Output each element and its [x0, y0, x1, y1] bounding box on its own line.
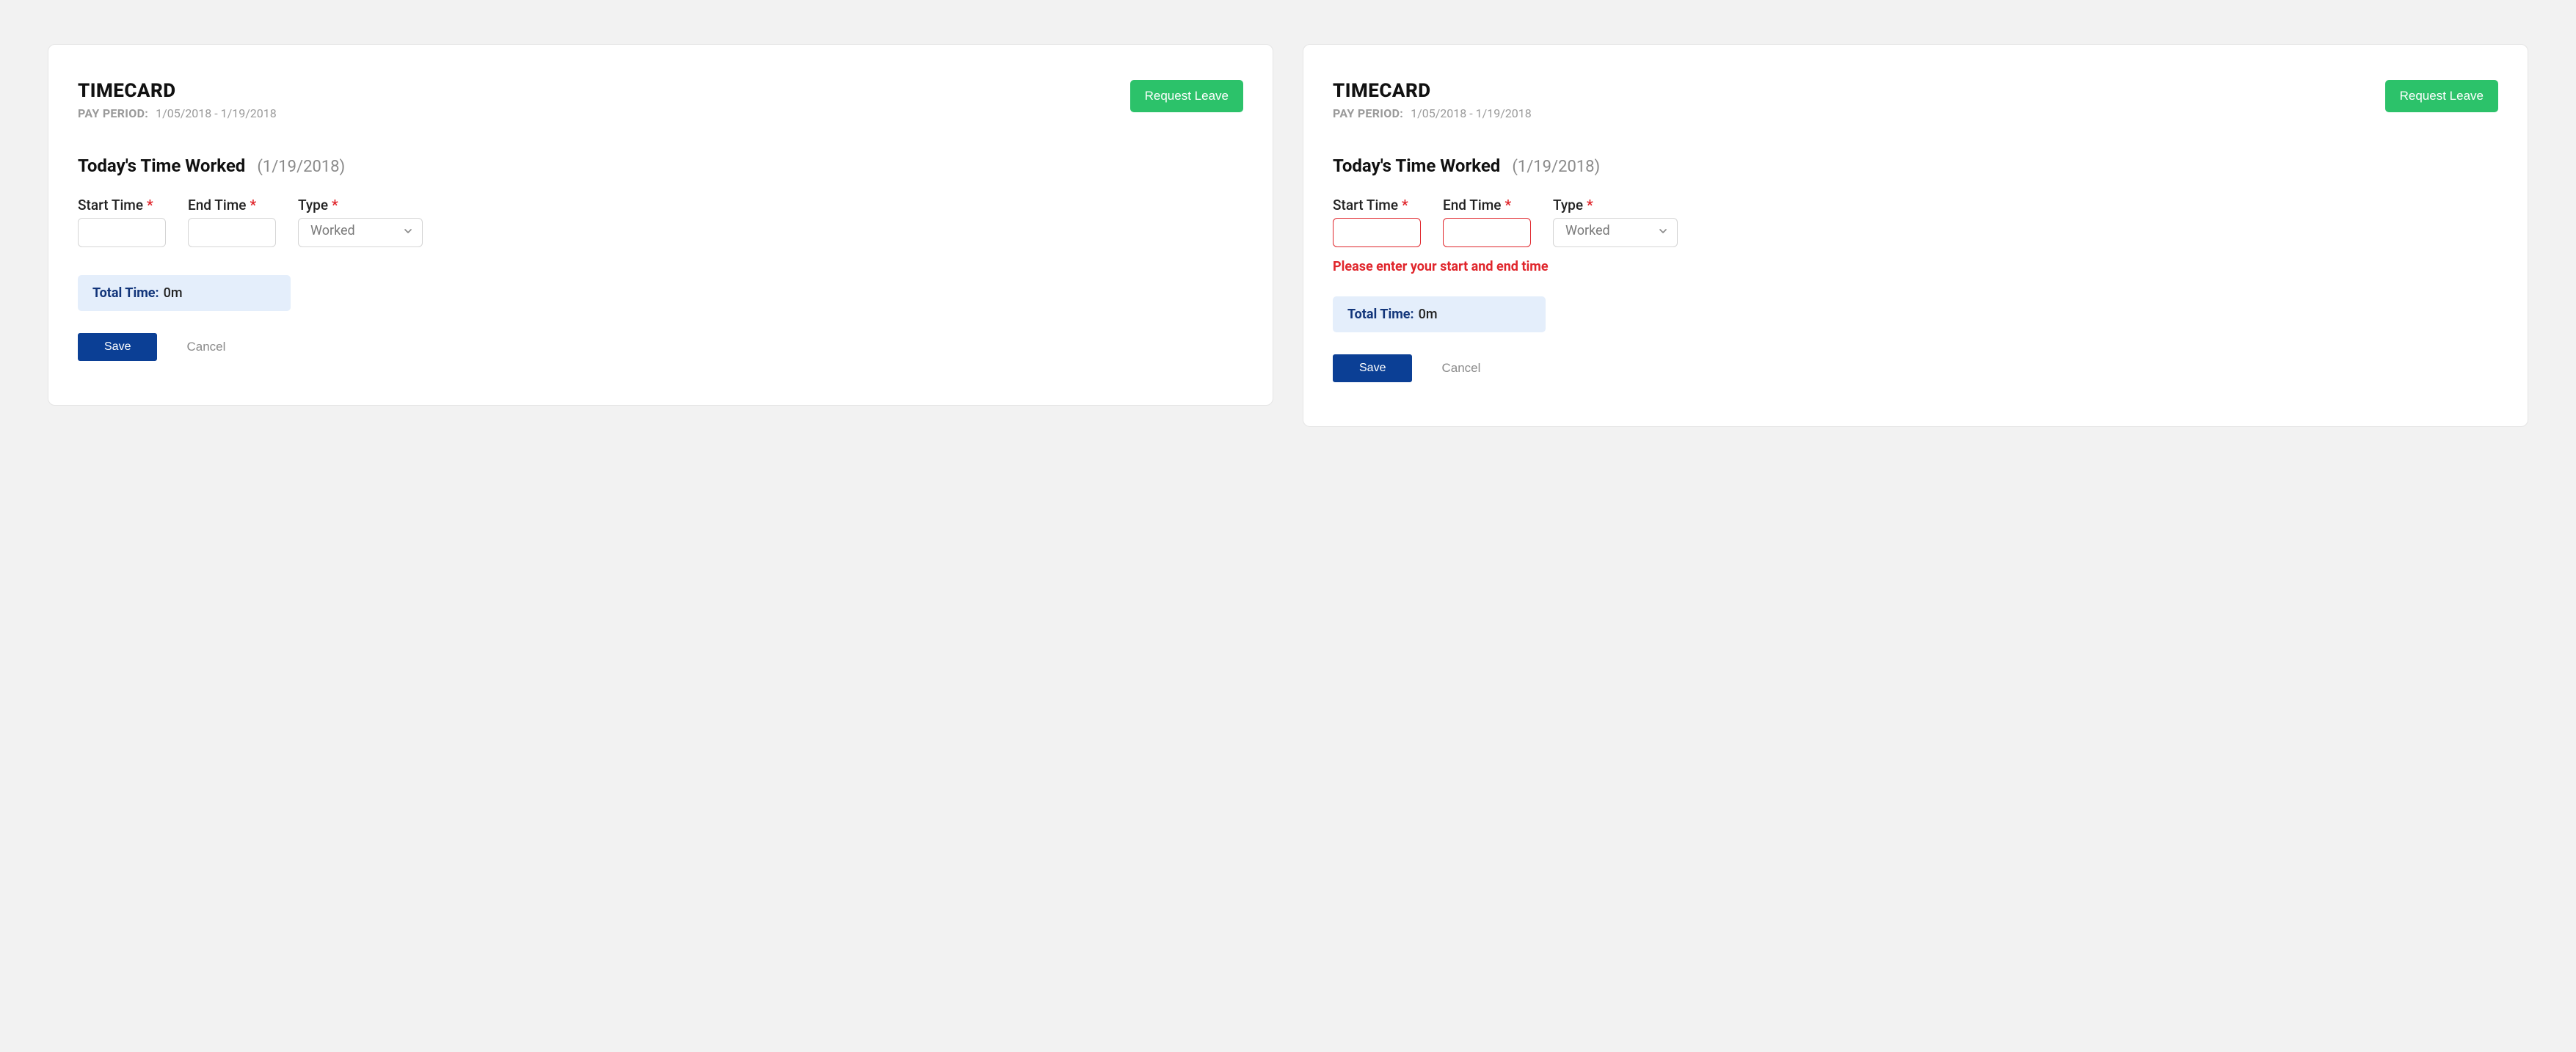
- required-asterisk: *: [332, 197, 338, 213]
- end-time-label-text: End Time: [1443, 197, 1501, 213]
- type-select[interactable]: Worked: [1553, 218, 1678, 247]
- pay-period-value: 1/05/2018 - 1/19/2018: [156, 106, 277, 120]
- form-row: Start Time * End Time * Type * Worked: [1333, 197, 2498, 247]
- start-time-group: Start Time *: [78, 197, 166, 247]
- actions-row: Save Cancel: [78, 333, 1243, 361]
- start-time-label: Start Time *: [78, 197, 166, 213]
- pay-period-row: PAY PERIOD: 1/05/2018 - 1/19/2018: [1333, 106, 1532, 120]
- section-date: (1/19/2018): [257, 158, 345, 176]
- cancel-button[interactable]: Cancel: [1441, 361, 1480, 376]
- section-title-row: Today's Time Worked (1/19/2018): [78, 156, 1243, 176]
- card-header: TIMECARD PAY PERIOD: 1/05/2018 - 1/19/20…: [78, 80, 1243, 120]
- validation-error-message: Please enter your start and end time: [1333, 259, 2498, 274]
- end-time-input[interactable]: [188, 218, 276, 247]
- required-asterisk: *: [1505, 197, 1511, 213]
- timecard-panel: TIMECARD PAY PERIOD: 1/05/2018 - 1/19/20…: [48, 44, 1273, 406]
- type-group: Type * Worked: [1553, 197, 1678, 247]
- cards-container: TIMECARD PAY PERIOD: 1/05/2018 - 1/19/20…: [48, 44, 2528, 427]
- start-time-label: Start Time *: [1333, 197, 1421, 213]
- section-title: Today's Time Worked: [78, 156, 245, 176]
- form-row: Start Time * End Time * Type * Worked: [78, 197, 1243, 247]
- required-asterisk: *: [147, 197, 153, 213]
- save-button[interactable]: Save: [78, 333, 157, 361]
- total-time-box: Total Time: 0m: [78, 275, 291, 311]
- end-time-group: End Time *: [1443, 197, 1531, 247]
- total-time-value: 0m: [1419, 307, 1438, 322]
- type-label-text: Type: [1553, 197, 1583, 213]
- card-header-left: TIMECARD PAY PERIOD: 1/05/2018 - 1/19/20…: [78, 80, 277, 120]
- type-group: Type * Worked: [298, 197, 423, 247]
- total-time-label: Total Time:: [1347, 307, 1414, 322]
- type-label-text: Type: [298, 197, 328, 213]
- start-time-input[interactable]: [1333, 218, 1421, 247]
- pay-period-value: 1/05/2018 - 1/19/2018: [1411, 106, 1532, 120]
- type-label: Type *: [1553, 197, 1678, 213]
- start-time-label-text: Start Time: [1333, 197, 1398, 213]
- end-time-input[interactable]: [1443, 218, 1531, 247]
- type-select-wrap: Worked: [1553, 218, 1678, 247]
- cancel-button[interactable]: Cancel: [186, 340, 225, 354]
- section-title: Today's Time Worked: [1333, 156, 1500, 176]
- end-time-group: End Time *: [188, 197, 276, 247]
- end-time-label: End Time *: [188, 197, 276, 213]
- end-time-label-text: End Time: [188, 197, 246, 213]
- timecard-panel: TIMECARD PAY PERIOD: 1/05/2018 - 1/19/20…: [1303, 44, 2528, 427]
- card-title: TIMECARD: [78, 80, 277, 102]
- section-date: (1/19/2018): [1512, 158, 1600, 176]
- request-leave-button[interactable]: Request Leave: [1130, 80, 1243, 112]
- section-title-row: Today's Time Worked (1/19/2018): [1333, 156, 2498, 176]
- pay-period-label: PAY PERIOD:: [78, 106, 148, 120]
- card-header: TIMECARD PAY PERIOD: 1/05/2018 - 1/19/20…: [1333, 80, 2498, 120]
- actions-row: Save Cancel: [1333, 354, 2498, 382]
- card-title: TIMECARD: [1333, 80, 1532, 102]
- total-time-value: 0m: [164, 285, 183, 301]
- card-header-left: TIMECARD PAY PERIOD: 1/05/2018 - 1/19/20…: [1333, 80, 1532, 120]
- total-time-box: Total Time: 0m: [1333, 296, 1546, 332]
- save-button[interactable]: Save: [1333, 354, 1412, 382]
- type-select[interactable]: Worked: [298, 218, 423, 247]
- required-asterisk: *: [1587, 197, 1593, 213]
- end-time-label: End Time *: [1443, 197, 1531, 213]
- request-leave-button[interactable]: Request Leave: [2385, 80, 2498, 112]
- required-asterisk: *: [250, 197, 256, 213]
- start-time-group: Start Time *: [1333, 197, 1421, 247]
- start-time-label-text: Start Time: [78, 197, 143, 213]
- total-time-label: Total Time:: [92, 285, 159, 301]
- required-asterisk: *: [1402, 197, 1408, 213]
- pay-period-row: PAY PERIOD: 1/05/2018 - 1/19/2018: [78, 106, 277, 120]
- start-time-input[interactable]: [78, 218, 166, 247]
- type-select-wrap: Worked: [298, 218, 423, 247]
- pay-period-label: PAY PERIOD:: [1333, 106, 1403, 120]
- type-label: Type *: [298, 197, 423, 213]
